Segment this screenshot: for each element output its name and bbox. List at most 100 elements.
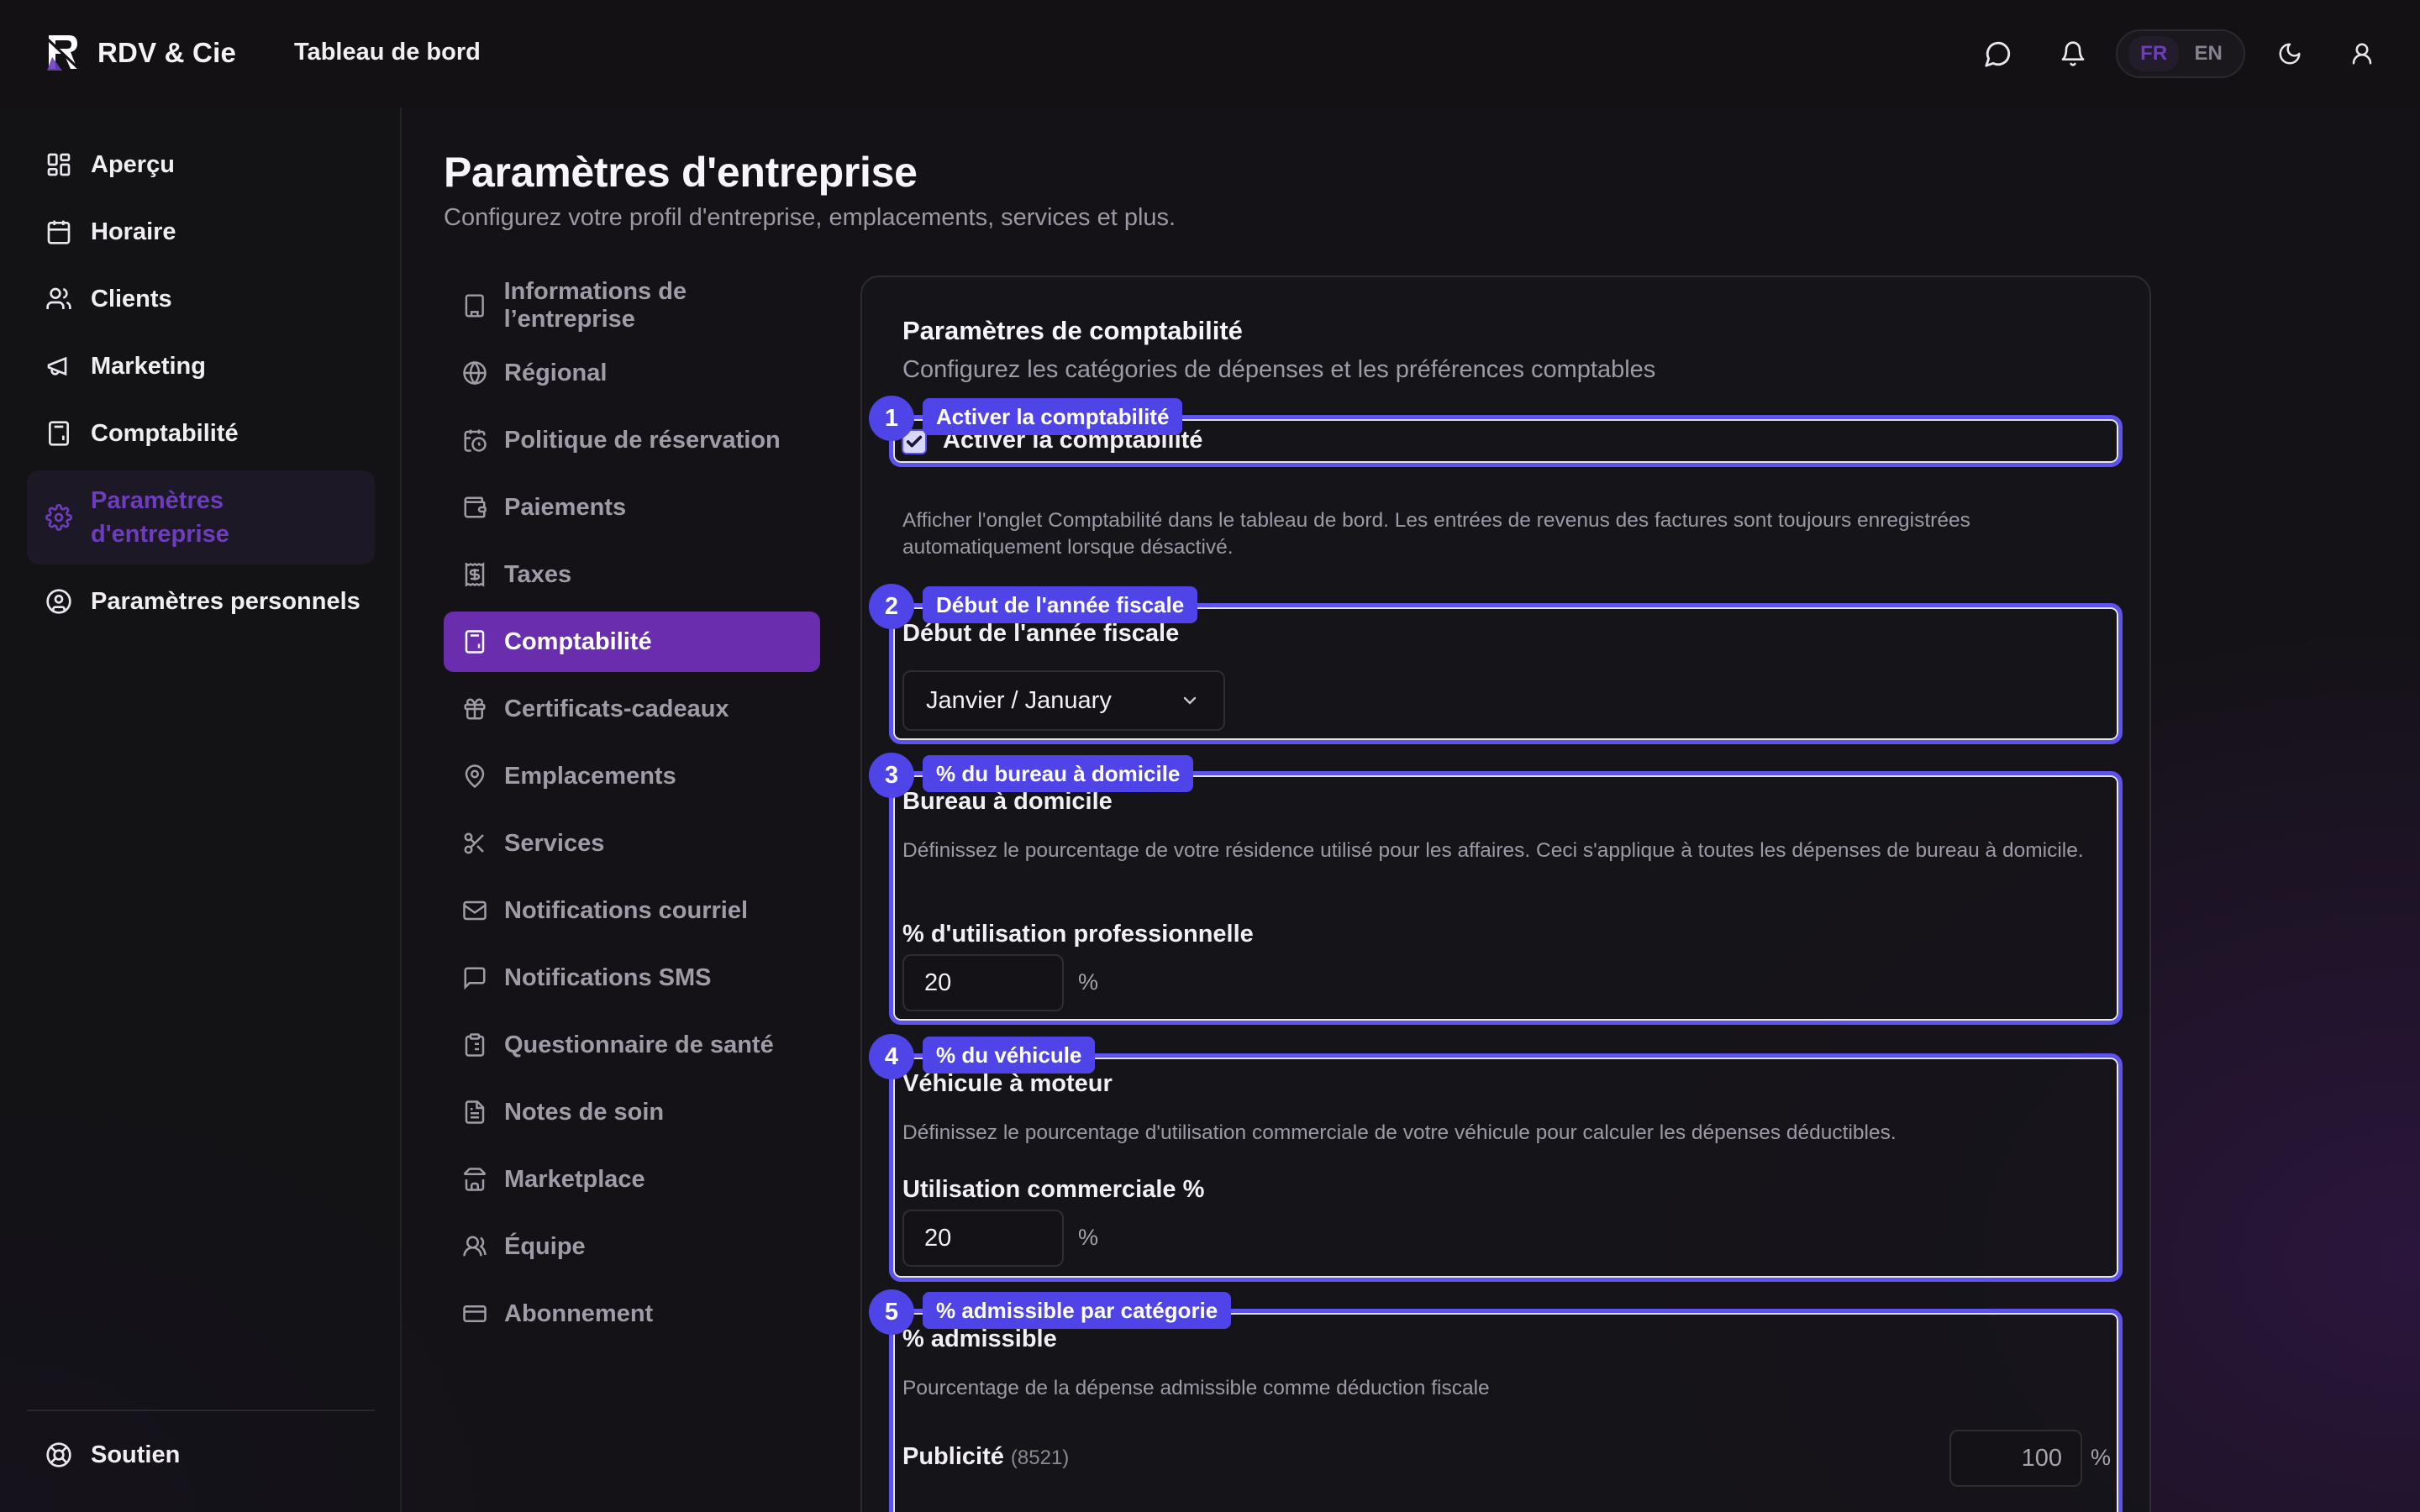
vehicle-unit: % bbox=[1078, 1225, 1099, 1250]
sidebar-item-label-line1: Paramètres bbox=[91, 487, 224, 514]
subnav-item-equipe[interactable]: Équipe bbox=[444, 1216, 820, 1277]
sidebar-item-label-line2: d'entreprise bbox=[91, 521, 229, 548]
wallet-icon bbox=[464, 496, 487, 518]
subnav-item-paiements[interactable]: Paiements bbox=[444, 477, 820, 538]
dashboard-icon bbox=[47, 153, 71, 176]
subnav-item-notifications-courriel[interactable]: Notifications courriel bbox=[444, 880, 820, 941]
step-badge-label: % du bureau à domicile bbox=[923, 755, 1194, 792]
eligible-row-name: Publicité bbox=[902, 1443, 1004, 1470]
sidebar-item-comptabilite[interactable]: Comptabilité bbox=[27, 403, 375, 464]
subnav-item-label: Emplacements bbox=[504, 762, 676, 790]
calculator-icon bbox=[465, 630, 485, 654]
sidebar-item-horaire[interactable]: Horaire bbox=[27, 202, 375, 262]
home-office-unit: % bbox=[1078, 969, 1099, 995]
sidebar-item-label: Marketing bbox=[91, 352, 206, 380]
subnav-item-questionnaire[interactable]: Questionnaire de santé bbox=[444, 1015, 820, 1075]
vehicle-title: Véhicule à moteur bbox=[902, 1070, 1113, 1097]
sidebar-item-label: Comptabilité bbox=[91, 419, 239, 447]
subnav-item-label: Informations de l’entreprise bbox=[503, 278, 687, 333]
page-title: Paramètres d'entreprise bbox=[444, 149, 918, 196]
brand[interactable]: RDV & Cie bbox=[44, 32, 236, 74]
subnav-item-notifications-sms[interactable]: Notifications SMS bbox=[444, 948, 820, 1008]
subnav-item-label: Questionnaire de santé bbox=[504, 1031, 774, 1058]
subnav-item-label: Paiements bbox=[504, 493, 627, 521]
language-switcher[interactable]: FR EN bbox=[2116, 29, 2245, 78]
user-icon[interactable] bbox=[2344, 35, 2381, 72]
building-icon bbox=[465, 294, 484, 318]
lang-en-option[interactable]: EN bbox=[2184, 36, 2232, 71]
step-badge: 5 bbox=[869, 1289, 914, 1335]
fiscal-year-select[interactable]: Janvier / January bbox=[902, 670, 1225, 731]
subnav-item-politique[interactable]: Politique de réservation bbox=[444, 410, 820, 470]
calendar-clock-icon bbox=[464, 429, 487, 452]
sidebar-item-clients[interactable]: Clients bbox=[27, 269, 375, 329]
step-badge-label: Activer la comptabilité bbox=[923, 398, 1183, 435]
moon-icon[interactable] bbox=[2271, 35, 2308, 72]
header-title: Tableau de bord bbox=[294, 39, 481, 66]
user-circle-icon bbox=[46, 589, 71, 614]
lifebuoy-icon bbox=[46, 1442, 71, 1467]
sidebar-item-marketing[interactable]: Marketing bbox=[27, 336, 375, 396]
subnav-item-emplacements[interactable]: Emplacements bbox=[444, 746, 820, 806]
panel-subtitle: Configurez les catégories de dépenses et… bbox=[902, 356, 1656, 383]
fiscal-year-value: Janvier / January bbox=[926, 686, 1112, 714]
brand-name: RDV & Cie bbox=[97, 37, 236, 68]
vehicle-field-label: Utilisation commerciale % bbox=[902, 1176, 1205, 1203]
gear-icon bbox=[45, 504, 72, 531]
file-text-icon bbox=[465, 1100, 485, 1124]
map-pin-icon bbox=[465, 764, 485, 789]
subnav-item-label: Politique de réservation bbox=[504, 426, 781, 454]
sidebar-item-apercu[interactable]: Aperçu bbox=[27, 134, 375, 195]
subnav-item-regional[interactable]: Régional bbox=[444, 343, 820, 403]
eligible-row-percent-input[interactable]: 100 bbox=[1949, 1430, 2082, 1487]
clipboard-icon bbox=[465, 1033, 485, 1057]
calendar-icon bbox=[47, 220, 71, 244]
megaphone-icon bbox=[47, 356, 67, 376]
sidebar-item-parametres-entreprise[interactable]: Paramètres d'entreprise bbox=[27, 470, 375, 564]
sidebar-divider bbox=[27, 1410, 375, 1411]
panel-title: Paramètres de comptabilité bbox=[902, 316, 1243, 345]
step-badge: 3 bbox=[869, 753, 914, 798]
gift-icon bbox=[464, 698, 486, 720]
globe-icon bbox=[463, 360, 487, 386]
step-badge-label: Début de l'année fiscale bbox=[923, 586, 1198, 623]
subnav-item-certificats[interactable]: Certificats-cadeaux bbox=[444, 679, 820, 739]
message-square-icon bbox=[464, 967, 486, 990]
subnav-item-informations[interactable]: Informations de l’entreprise bbox=[444, 276, 820, 336]
subnav-item-marketplace[interactable]: Marketplace bbox=[444, 1149, 820, 1210]
step-badge: 4 bbox=[869, 1034, 914, 1079]
subnav-item-label: Notifications courriel bbox=[504, 896, 749, 924]
subnav-item-notes-soin[interactable]: Notes de soin bbox=[444, 1082, 820, 1142]
step-badge-label: % du véhicule bbox=[923, 1037, 1096, 1074]
bell-icon[interactable] bbox=[2054, 35, 2091, 72]
subnav-item-services[interactable]: Services bbox=[444, 813, 820, 874]
subnav-item-comptabilite[interactable]: Comptabilité bbox=[444, 612, 820, 672]
subnav-item-label: Taxes bbox=[504, 560, 572, 588]
users-icon bbox=[46, 287, 71, 309]
subnav-item-label: Certificats-cadeaux bbox=[504, 695, 729, 722]
step-badge: 1 bbox=[869, 396, 914, 441]
subnav-item-label: Notes de soin bbox=[504, 1098, 665, 1126]
subnav-item-label: Services bbox=[504, 829, 605, 857]
check-icon bbox=[906, 435, 923, 448]
subnav-item-abonnement[interactable]: Abonnement bbox=[444, 1284, 820, 1344]
vehicle-help: Définissez le pourcentage d'utilisation … bbox=[902, 1121, 1897, 1144]
sidebar-item-label: Paramètres d'entreprise bbox=[91, 484, 229, 551]
subnav-item-label: Abonnement bbox=[504, 1299, 654, 1327]
eligible-row-code: (8521) bbox=[1010, 1446, 1070, 1469]
highlight-eligible bbox=[889, 1309, 2123, 1512]
store-icon bbox=[463, 1168, 487, 1191]
home-office-percent-input[interactable]: 20 bbox=[902, 954, 1064, 1011]
sidebar-item-parametres-personnels[interactable]: Paramètres personnels bbox=[27, 571, 375, 632]
sidebar-item-label: Aperçu bbox=[91, 150, 175, 178]
subnav-item-label: Régional bbox=[504, 359, 608, 386]
eligible-row-label: Publicité (8521) bbox=[902, 1443, 1069, 1471]
eligible-help: Pourcentage de la dépense admissible com… bbox=[902, 1377, 1490, 1399]
chat-icon[interactable] bbox=[1980, 35, 2017, 72]
sidebar-item-soutien[interactable]: Soutien bbox=[27, 1425, 375, 1485]
lang-fr-option[interactable]: FR bbox=[2128, 36, 2180, 71]
subnav-item-taxes[interactable]: Taxes bbox=[444, 544, 820, 605]
eligible-title: % admissible bbox=[902, 1326, 1057, 1352]
vehicle-percent-input[interactable]: 20 bbox=[902, 1210, 1064, 1267]
sidebar-item-label: Paramètres personnels bbox=[91, 587, 360, 615]
